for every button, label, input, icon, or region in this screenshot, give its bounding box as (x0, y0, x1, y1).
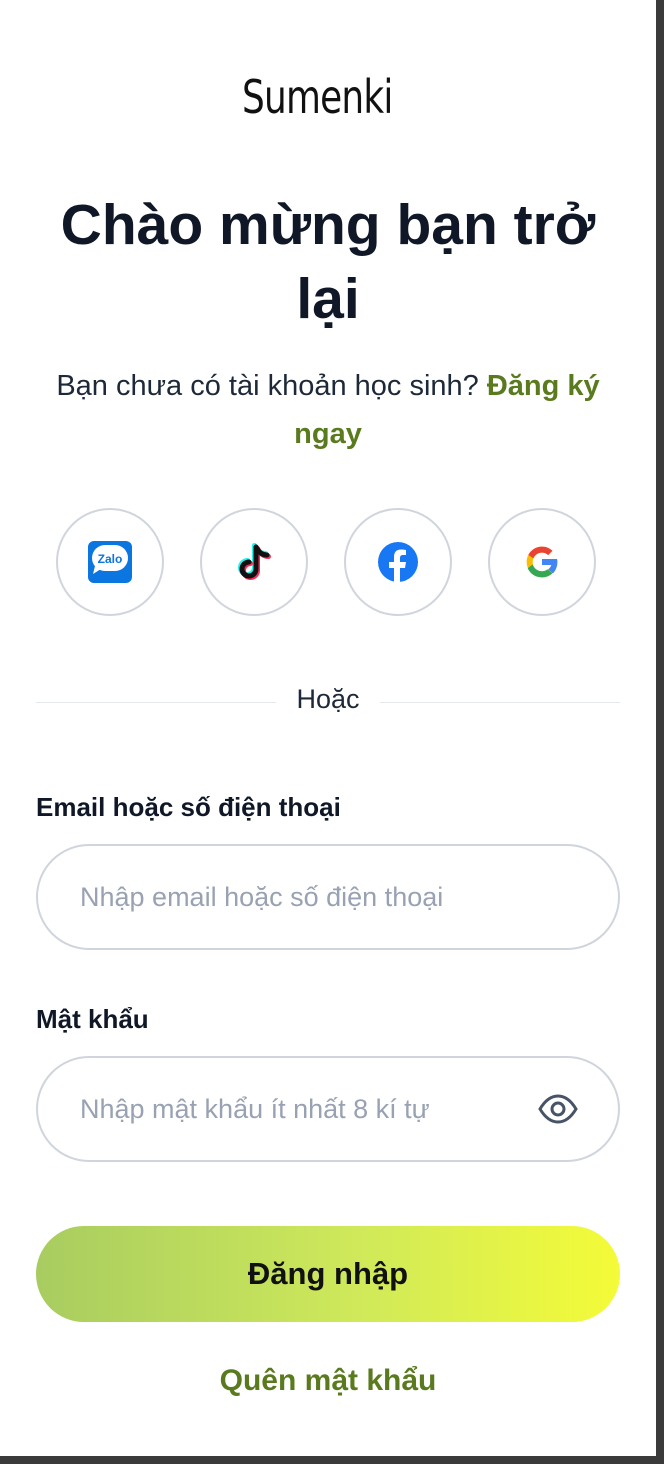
zalo-icon: Zalo (88, 541, 132, 583)
login-panel: Sumenki Chào mừng bạn trở lại Bạn chưa c… (0, 0, 656, 1456)
page-title: Chào mừng bạn trở lại (60, 193, 596, 331)
signup-prompt-text: Bạn chưa có tài khoản học sinh? (56, 370, 479, 402)
svg-text:Zalo: Zalo (98, 552, 123, 566)
tiktok-login-button[interactable] (200, 508, 308, 616)
password-input[interactable] (78, 1092, 528, 1126)
login-button[interactable]: Đăng nhập (36, 1226, 620, 1322)
social-login-group: Zalo (56, 508, 602, 620)
brand-name: Sumenki (242, 70, 393, 124)
zalo-login-button[interactable]: Zalo (56, 508, 164, 616)
brand-logo: Sumenki (232, 62, 424, 132)
or-divider: Hoặc (36, 680, 620, 724)
signup-prompt: Bạn chưa có tài khoản học sinh? Đăng ký … (30, 362, 626, 458)
facebook-icon (378, 542, 418, 582)
facebook-login-button[interactable] (344, 508, 452, 616)
google-login-button[interactable] (488, 508, 596, 616)
eye-icon[interactable] (538, 1094, 578, 1124)
divider-text: Hoặc (296, 684, 360, 714)
password-field (36, 1056, 620, 1162)
email-field (36, 844, 620, 950)
tiktok-icon (238, 543, 271, 580)
email-input[interactable] (78, 880, 578, 914)
password-label: Mật khẩu (36, 1004, 149, 1034)
email-label: Email hoặc số điện thoại (36, 792, 341, 822)
google-icon (526, 546, 559, 578)
forgot-password-link[interactable]: Quên mật khẩu (36, 1364, 620, 1398)
